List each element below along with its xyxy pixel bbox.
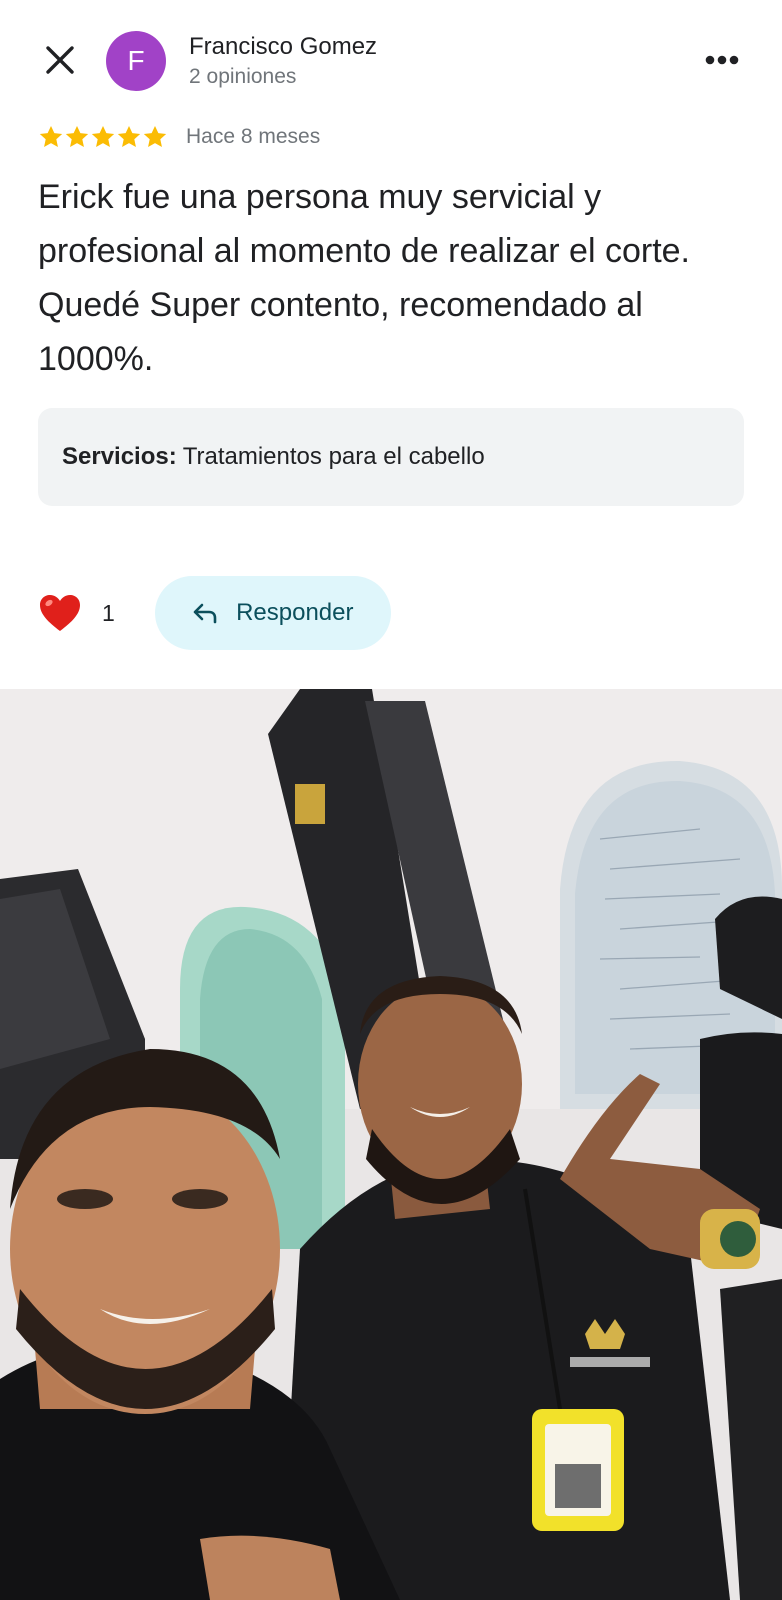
star-icon [65, 125, 89, 147]
services-value: Tratamientos para el cabello [182, 443, 485, 470]
star-icon [91, 125, 115, 147]
services-label: Servicios: [62, 443, 177, 470]
reply-label: Responder [236, 599, 354, 626]
review-count: 2 opiniones [189, 65, 297, 88]
reviewer-name[interactable]: Francisco Gomez [189, 33, 377, 61]
selfie-photo [0, 689, 782, 1600]
review-header: F Francisco Gomez 2 opiniones [0, 0, 782, 120]
like-button[interactable]: 1 [38, 593, 115, 633]
avatar[interactable]: F [106, 31, 166, 91]
star-icon [117, 125, 141, 147]
close-icon [46, 46, 74, 74]
review-time: Hace 8 meses [186, 125, 321, 148]
star-icon [39, 125, 63, 147]
close-button[interactable] [36, 36, 84, 84]
rating-row: Hace 8 meses [38, 122, 320, 152]
star-rating [38, 124, 168, 150]
actions-row: 1 Responder [38, 575, 391, 651]
like-count: 1 [102, 599, 115, 626]
review-photo[interactable] [0, 689, 782, 1600]
avatar-letter: F [127, 45, 145, 76]
heart-icon [40, 595, 80, 631]
reply-button[interactable]: Responder [154, 576, 391, 650]
services-box: Servicios: Tratamientos para el cabello [38, 408, 744, 506]
more-options-button[interactable] [694, 40, 750, 80]
review-text: Erick fue una persona muy servicial y pr… [38, 178, 690, 378]
reply-arrow-icon [193, 603, 217, 624]
star-icon [143, 125, 167, 147]
more-horizontal-icon [705, 55, 739, 65]
